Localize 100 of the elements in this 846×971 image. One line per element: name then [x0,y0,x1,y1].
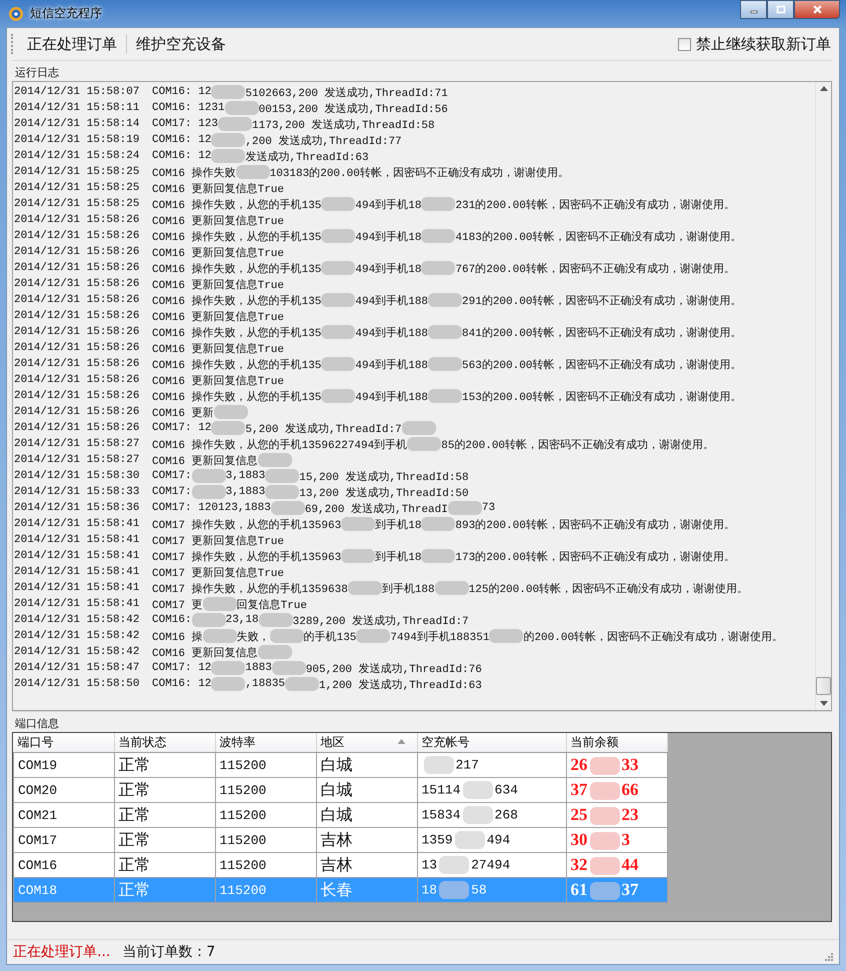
log-text: 494到手机188 [355,294,428,308]
log-time: 2014/12/31 15:58:47 [14,662,140,674]
redaction-mark [590,882,620,900]
log-time: 2014/12/31 15:58:26 [14,342,140,354]
log-time: 2014/12/31 15:58:26 [14,390,140,402]
log-time: 2014/12/31 15:58:26 [14,326,140,338]
log-text: COM17: 120123,1883 [152,502,271,514]
toolbar-button[interactable]: 维护空充设备 [130,32,232,56]
redaction-mark [428,293,462,307]
redaction-mark [258,453,292,467]
redaction-mark [448,501,482,515]
minimize-button[interactable] [740,0,767,19]
scroll-thumb[interactable] [816,677,831,695]
log-time: 2014/12/31 15:58:41 [14,582,140,594]
log-time: 2014/12/31 15:58:36 [14,502,140,514]
order-count: 当前订单数：7 [122,943,216,961]
redaction-mark [192,613,226,627]
column-header[interactable]: 当前余额 [566,733,667,752]
log-text: COM16 更新 [152,406,214,420]
redaction-mark [489,629,524,643]
log-text: COM17: 123 [152,118,218,130]
redaction-mark [341,517,376,531]
maximize-button[interactable] [767,0,794,19]
redaction-mark [590,757,620,776]
log-text: 494到手机188 [355,326,428,340]
scroll-up-icon[interactable] [820,86,828,91]
log-time: 2014/12/31 15:58:26 [14,406,140,418]
redaction-mark [321,389,356,403]
redaction-mark [434,581,469,595]
log-time: 2014/12/31 15:58:42 [14,630,140,642]
table-cell: 115200 [220,782,266,798]
log-text: 103183的200.00转帐，因密码不正确没有成功，谢谢使用。 [270,166,569,180]
column-header[interactable]: 地区 [316,733,417,752]
redaction-mark [258,645,292,659]
table-cell: 长春 [320,880,352,898]
log-text: 失败， [236,630,270,644]
log-text: 893的200.00转帐，因密码不正确没有成功，谢谢使用。 [455,518,735,532]
column-header[interactable]: 波特率 [215,733,316,752]
redaction-mark [421,517,456,531]
log-time: 2014/12/31 15:58:25 [14,182,140,194]
log-text: COM16 更新回复信息True [152,374,284,388]
close-button[interactable] [794,0,840,19]
table-cell: 115200 [220,832,266,848]
table-cell: 正常 [118,880,150,898]
column-header[interactable]: 空充帐号 [417,733,566,752]
log-text: COM17 操作失败，从您的手机135963 [152,518,342,532]
log-text: COM16 操作失败，从您的手机135 [152,198,322,212]
log-text: 69,200 发送成功,ThreadI [304,502,448,516]
log-text: COM17: [152,470,192,482]
log-text: 4183的200.00转帐，因密码不正确没有成功，谢谢使用。 [455,230,742,244]
log-text: COM16 更新回复信息True [152,278,284,292]
table-cell: 58 [471,882,487,898]
log-time: 2014/12/31 15:58:26 [14,262,140,274]
stop-orders-checkbox[interactable]: 禁止继续获取新订单 [678,34,831,54]
redaction-mark [214,405,248,419]
column-header[interactable]: 端口号 [14,733,114,752]
scroll-down-icon[interactable] [820,701,828,706]
table-cell: 白城 [320,754,352,774]
redaction-mark [211,133,246,147]
table-cell: 1359 [422,832,453,848]
redaction-mark [192,485,226,499]
table-cell: 33 [622,754,638,774]
redaction-mark [421,261,456,275]
log-time: 2014/12/31 15:58:25 [14,198,140,210]
log-text: 291的200.00转帐，因密码不正确没有成功，谢谢使用。 [462,294,742,308]
log-text: 00153,200 发送成功,ThreadId:56 [258,102,448,116]
table-cell: 15114 [422,782,461,798]
log-time: 2014/12/31 15:58:42 [14,614,140,626]
log-text: COM16 更新回复信息True [152,246,284,260]
table-cell: 23 [622,804,638,824]
column-header[interactable]: 当前状态 [114,733,215,752]
toolbar-button[interactable]: 正在处理订单 [21,32,123,56]
log-text: COM16 操 [152,630,203,644]
redaction-mark [265,469,300,483]
log-time: 2014/12/31 15:58:26 [14,230,140,242]
redaction-mark [258,613,293,627]
table-cell: 3 [622,830,630,849]
redaction-mark [211,421,246,435]
redaction-mark [211,677,246,691]
redaction-mark [439,881,470,899]
log-time: 2014/12/31 15:58:41 [14,518,140,530]
log-text: 494到手机18 [355,198,422,212]
log-text: 到手机18 [375,518,422,532]
log-text: COM17 更新回复信息True [152,534,284,548]
table-cell: 30 [570,830,588,849]
table-cell: 白城 [320,780,352,798]
log-text: 3289,200 发送成功,ThreadId:7 [292,614,469,628]
log-time: 2014/12/31 15:58:27 [14,454,140,466]
log-text: COM17: [152,486,192,498]
log-text: 到手机18 [375,550,422,564]
log-text: COM17 更新回复信息True [152,566,284,580]
log-text: 494到手机188 [355,358,428,372]
log-time: 2014/12/31 15:58:41 [14,550,140,562]
resize-grip-icon[interactable] [823,951,833,961]
redaction-mark [428,325,462,339]
table-cell: 18 [422,882,438,898]
table-cell: 217 [456,757,479,772]
log-text: COM16: 12 [152,134,212,146]
redaction-mark [211,85,246,99]
redaction-mark [321,261,356,275]
